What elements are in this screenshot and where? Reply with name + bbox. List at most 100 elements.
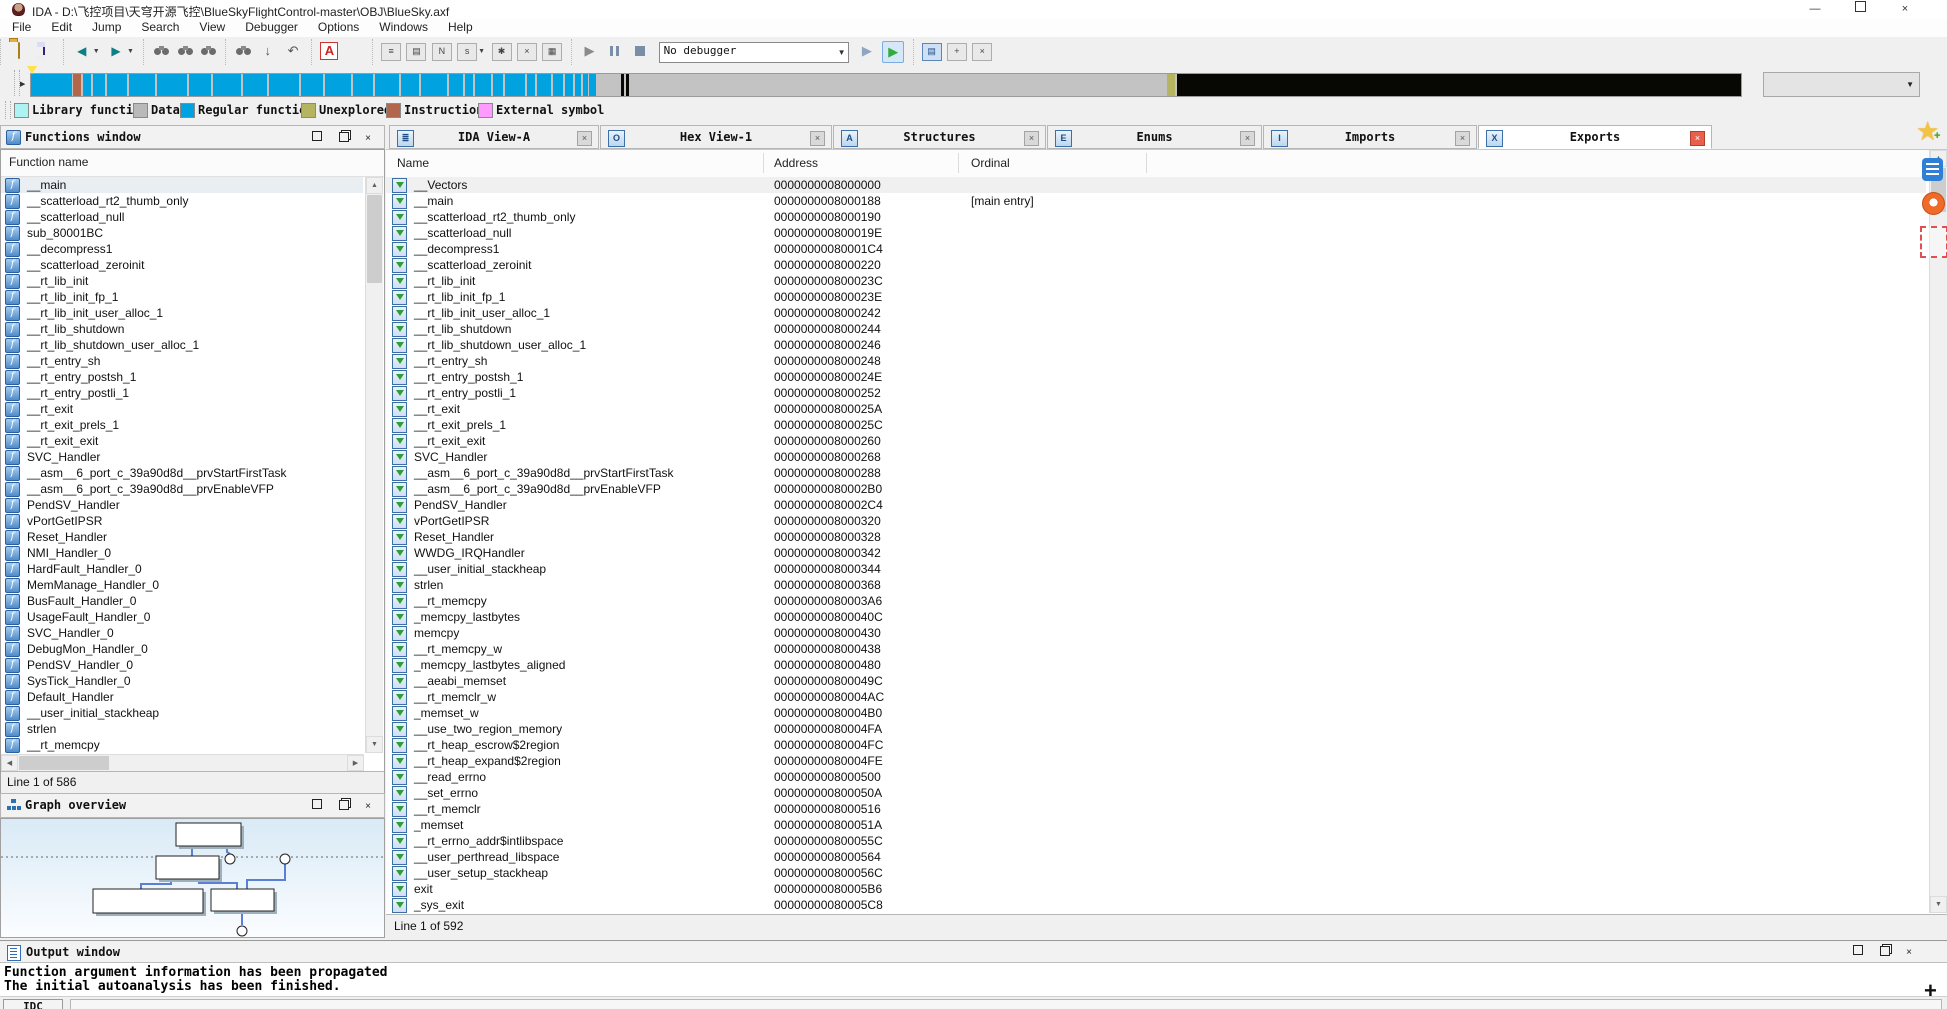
idc-mode-badge[interactable]: IDC	[3, 999, 63, 1009]
tab-exports[interactable]: X Exports ×	[1478, 125, 1712, 149]
table-row[interactable]: strlen 0000000008000368	[386, 577, 1926, 593]
exports-table-header[interactable]: Name Address Ordinal	[386, 150, 1947, 178]
scroll-right-icon[interactable]: ▶	[347, 755, 364, 771]
column-header-name[interactable]: Name	[397, 156, 429, 170]
table-row[interactable]: __Vectors 0000000008000000	[386, 177, 1926, 193]
tab-hex-view-1[interactable]: O Hex View-1 ×	[600, 125, 832, 149]
screenshot-capture-icon[interactable]	[1920, 226, 1947, 258]
function-list-item[interactable]: f Reset_Handler	[1, 529, 363, 545]
column-header-address[interactable]: Address	[774, 156, 818, 170]
function-list-item[interactable]: f __rt_exit_prels_1	[1, 417, 363, 433]
table-row[interactable]: __rt_errno_addr$intlibspace 0000000008000…	[386, 833, 1926, 849]
table-row[interactable]: __rt_lib_shutdown_user_alloc_1 0000000008…	[386, 337, 1926, 353]
table-row[interactable]: __aeabi_memset 000000000800049C	[386, 673, 1926, 689]
table-row[interactable]: __decompress1 00000000080001C4	[386, 241, 1926, 257]
start-process-icon[interactable]: ▶	[580, 41, 600, 61]
notes-extension-icon[interactable]	[1922, 158, 1943, 181]
make-code-icon[interactable]: ≡	[381, 43, 402, 61]
make-name-icon[interactable]: N	[431, 43, 452, 61]
make-string-icon[interactable]: s	[457, 43, 478, 61]
functions-window-header[interactable]: f Functions window ×	[0, 125, 385, 149]
table-row[interactable]: __rt_exit 000000000800025A	[386, 401, 1926, 417]
undefine-icon[interactable]: ×	[516, 43, 537, 61]
function-list-item[interactable]: f __rt_entry_postli_1	[1, 385, 363, 401]
graph-overview-header[interactable]: Graph overview ×	[0, 793, 385, 818]
make-array-icon[interactable]: ✱	[491, 43, 512, 61]
band-zoom-select[interactable]: ▼	[1763, 72, 1920, 97]
function-list-vscrollbar[interactable]: ▲ ▼	[365, 177, 383, 753]
table-row[interactable]: __scatterload_rt2_thumb_only 000000000800…	[386, 209, 1926, 225]
function-list-item[interactable]: f PendSV_Handler_0	[1, 657, 363, 673]
table-row[interactable]: Reset_Handler 0000000008000328	[386, 529, 1926, 545]
desktop-windows-icon[interactable]: ▤	[921, 43, 942, 61]
reanalyze-icon[interactable]	[344, 41, 364, 61]
function-list-item[interactable]: f vPortGetIPSR	[1, 513, 363, 529]
table-row[interactable]: SVC_Handler 0000000008000268	[386, 449, 1926, 465]
stop-process-icon[interactable]	[630, 41, 650, 61]
navigate-back-icon[interactable]: ◀	[72, 41, 92, 61]
table-row[interactable]: __rt_entry_sh 0000000008000248	[386, 353, 1926, 369]
output-close-icon[interactable]: ×	[1901, 946, 1917, 960]
scroll-thumb[interactable]	[367, 195, 382, 283]
scroll-up-icon[interactable]: ▲	[366, 177, 383, 194]
save-icon[interactable]	[34, 41, 54, 61]
tab-structures[interactable]: A Structures ×	[833, 125, 1046, 149]
menu-view[interactable]: View	[189, 19, 235, 35]
table-row[interactable]: __set_errno 000000000800050A	[386, 785, 1926, 801]
function-list-item[interactable]: f PendSV_Handler	[1, 497, 363, 513]
add-desktop-icon[interactable]: +	[946, 43, 967, 61]
function-list-item[interactable]: f BusFault_Handler_0	[1, 593, 363, 609]
table-row[interactable]: __rt_memclr 0000000008000516	[386, 801, 1926, 817]
scroll-thumb[interactable]	[19, 756, 109, 770]
function-list-item[interactable]: f __rt_lib_shutdown	[1, 321, 363, 337]
function-list-item[interactable]: f __scatterload_rt2_thumb_only	[1, 193, 363, 209]
table-row[interactable]: vPortGetIPSR 0000000008000320	[386, 513, 1926, 529]
forward-dropdown-icon[interactable]: ▼	[127, 41, 136, 61]
plus-icon[interactable]: +	[1924, 978, 1937, 1004]
back-dropdown-icon[interactable]: ▼	[93, 41, 102, 61]
delete-desktop-icon[interactable]: ×	[972, 43, 993, 61]
table-row[interactable]: _memcpy_lastbytes_aligned 000000000800048…	[386, 657, 1926, 673]
tab-close-icon[interactable]: ×	[1024, 131, 1039, 146]
function-list-item[interactable]: f __rt_entry_sh	[1, 353, 363, 369]
debugger-select[interactable]: No debugger ▼	[658, 42, 849, 63]
scroll-left-icon[interactable]: ◀	[1, 755, 18, 771]
tab-ida-view-a[interactable]: ≣ IDA View-A ×	[389, 125, 599, 149]
table-row[interactable]: __rt_lib_init_fp_1 000000000800023E	[386, 289, 1926, 305]
graph-overview-canvas[interactable]	[0, 818, 385, 938]
graph-restore-icon[interactable]	[335, 799, 351, 813]
function-list-hscrollbar[interactable]: ◀ ▶	[1, 754, 364, 772]
table-row[interactable]: __rt_entry_postsh_1 000000000800024E	[386, 369, 1926, 385]
table-row[interactable]: __user_setup_stackheap 000000000800056C	[386, 865, 1926, 881]
table-row[interactable]: __rt_lib_init 000000000800023C	[386, 273, 1926, 289]
menu-windows[interactable]: Windows	[369, 19, 438, 35]
tab-close-icon[interactable]: ×	[1690, 131, 1705, 146]
table-row[interactable]: __rt_lib_shutdown 0000000008000244	[386, 321, 1926, 337]
navigation-band[interactable]	[30, 73, 1742, 97]
function-list-item[interactable]: f NMI_Handler_0	[1, 545, 363, 561]
open-file-icon[interactable]	[9, 41, 29, 61]
output-log[interactable]: Function argument information has been p…	[0, 962, 1947, 1009]
function-list-item[interactable]: f __scatterload_null	[1, 209, 363, 225]
menu-search[interactable]: Search	[131, 19, 189, 35]
output-restore-icon[interactable]	[1876, 945, 1892, 959]
function-list-item[interactable]: f HardFault_Handler_0	[1, 561, 363, 577]
graph-close-icon[interactable]: ×	[360, 800, 376, 814]
function-list-item[interactable]: f SysTick_Handler_0	[1, 673, 363, 689]
search-value-icon[interactable]	[199, 41, 217, 61]
favorite-star-icon[interactable]: ★ +	[1916, 116, 1940, 147]
tab-close-icon[interactable]: ×	[1240, 131, 1255, 146]
function-list-item[interactable]: f __rt_memcpy	[1, 737, 363, 753]
function-name-column-header[interactable]: Function name	[1, 150, 384, 177]
tab-close-icon[interactable]: ×	[577, 131, 592, 146]
table-row[interactable]: __scatterload_null 000000000800019E	[386, 225, 1926, 241]
function-list-item[interactable]: f SVC_Handler_0	[1, 625, 363, 641]
menu-edit[interactable]: Edit	[41, 19, 82, 35]
search-text-icon[interactable]	[176, 41, 194, 61]
function-list-item[interactable]: f UsageFault_Handler_0	[1, 609, 363, 625]
function-list-item[interactable]: f __rt_lib_init_user_alloc_1	[1, 305, 363, 321]
minimize-button[interactable]: —	[1795, 0, 1835, 19]
table-row[interactable]: __scatterload_zeroinit 0000000008000220	[386, 257, 1926, 273]
menu-options[interactable]: Options	[308, 19, 369, 35]
table-row[interactable]: __rt_lib_init_user_alloc_1 00000000080002…	[386, 305, 1926, 321]
